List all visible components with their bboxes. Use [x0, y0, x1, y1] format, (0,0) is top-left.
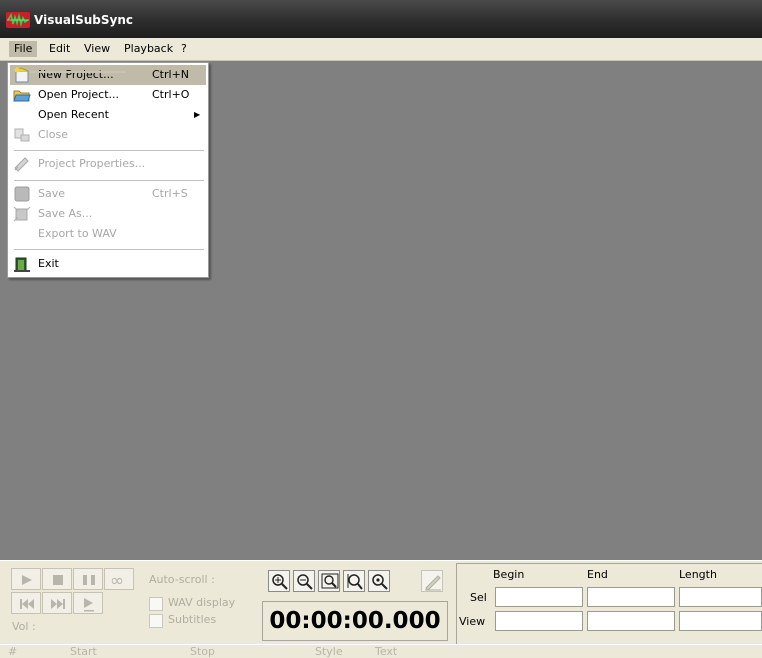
menu-item-open-recent[interactable]: Open Recent ▶ — [10, 105, 206, 125]
volume-label: Vol : — [12, 620, 36, 633]
menu-item-close[interactable]: Close — [10, 125, 206, 145]
pause-icon — [83, 575, 95, 585]
zoom-all-icon — [372, 574, 388, 590]
column-start[interactable]: Start — [70, 645, 97, 658]
properties-icon — [14, 157, 29, 172]
skip-forward-icon — [51, 599, 65, 609]
menu-edit[interactable]: Edit — [44, 41, 75, 57]
menu-separator — [14, 249, 204, 250]
menu-separator — [14, 150, 204, 151]
zoom-all-button[interactable] — [368, 570, 390, 592]
menu-item-open-project[interactable]: Open Project... Ctrl+O — [10, 85, 206, 105]
end-header: End — [587, 568, 608, 581]
wav-display-label: WAV display — [168, 596, 236, 609]
volume-slider[interactable] — [30, 71, 126, 73]
wav-display-checkbox[interactable] — [149, 597, 163, 611]
menu-item-save-as[interactable]: Save As... — [10, 204, 206, 224]
view-length-field[interactable] — [679, 611, 762, 631]
skip-back-icon — [20, 599, 34, 609]
menu-item-project-properties[interactable]: Project Properties... — [10, 154, 206, 174]
zoom-vertical-icon — [347, 574, 363, 590]
sel-length-field[interactable] — [679, 587, 762, 607]
save-as-label: Save As... — [38, 207, 93, 220]
play-to-end-icon — [84, 598, 94, 612]
column-number[interactable]: # — [8, 645, 17, 658]
time-display: 00:00:00.000 — [262, 601, 448, 641]
close-label: Close — [38, 128, 68, 141]
column-text[interactable]: Text — [375, 645, 397, 658]
stop-icon — [53, 575, 63, 585]
export-wav-label: Export to WAV — [38, 227, 117, 240]
submenu-arrow-icon: ▶ — [194, 110, 201, 119]
view-row-label: View — [459, 615, 486, 628]
next-button[interactable] — [42, 592, 72, 614]
column-stop[interactable]: Stop — [190, 645, 215, 658]
length-header: Length — [679, 568, 717, 581]
menu-playback[interactable]: Playback — [119, 41, 178, 57]
save-shortcut: Ctrl+S — [152, 187, 188, 200]
open-recent-label: Open Recent — [38, 108, 109, 121]
exit-icon — [14, 257, 30, 272]
menu-separator — [14, 180, 204, 181]
open-project-shortcut: Ctrl+O — [152, 88, 190, 101]
app-logo-icon — [6, 12, 30, 28]
zoom-selection-icon — [321, 573, 339, 589]
zoom-selection-button[interactable] — [318, 570, 340, 592]
save-icon — [14, 186, 30, 202]
view-begin-field[interactable] — [495, 611, 583, 631]
zoom-in-button[interactable] — [268, 570, 290, 592]
menu-item-new-project[interactable]: New Project... Ctrl+N — [10, 65, 206, 85]
loop-button[interactable]: ∞ — [104, 568, 134, 591]
play-button[interactable] — [11, 568, 41, 590]
previous-button[interactable] — [11, 592, 41, 614]
menu-view[interactable]: View — [79, 41, 115, 57]
zoom-out-button[interactable] — [293, 570, 315, 592]
zoom-vertical-button[interactable] — [343, 570, 365, 592]
zoom-out-icon — [297, 574, 313, 590]
pencil-icon — [425, 575, 441, 591]
menu-bar: File Edit View Playback ? — [0, 38, 762, 61]
project-properties-label: Project Properties... — [38, 157, 146, 170]
pause-button[interactable] — [73, 568, 103, 590]
play-to-end-button[interactable] — [73, 592, 103, 614]
new-project-icon — [14, 67, 29, 83]
autoscroll-label: Auto-scroll : — [149, 573, 215, 586]
exit-label: Exit — [38, 257, 59, 270]
stop-button[interactable] — [42, 568, 72, 590]
menu-file[interactable]: File — [9, 41, 38, 57]
column-style[interactable]: Style — [315, 645, 343, 658]
menu-item-exit[interactable]: Exit — [10, 254, 206, 274]
open-project-label: Open Project... — [38, 88, 120, 101]
title-bar: VisualSubSync — [0, 0, 762, 38]
window-title: VisualSubSync — [34, 13, 133, 27]
menu-item-save[interactable]: Save Ctrl+S — [10, 184, 206, 204]
subtitles-checkbox[interactable] — [149, 614, 163, 628]
begin-header: Begin — [493, 568, 525, 581]
sel-row-label: Sel — [470, 591, 487, 604]
zoom-in-icon — [272, 574, 288, 590]
svg-text:∞: ∞ — [110, 571, 124, 591]
close-project-icon — [14, 128, 30, 142]
new-project-label: New Project... — [38, 68, 114, 81]
view-end-field[interactable] — [587, 611, 675, 631]
menu-help[interactable]: ? — [176, 41, 192, 57]
edit-button[interactable] — [421, 570, 443, 592]
menu-item-export-wav[interactable]: Export to WAV — [10, 224, 206, 244]
file-dropdown-menu: New Project... Ctrl+N Open Project... Ct… — [7, 62, 209, 278]
save-label: Save — [38, 187, 66, 200]
sel-begin-field[interactable] — [495, 587, 583, 607]
subtitle-list-header: # Start Stop Style Text — [0, 644, 762, 658]
play-icon — [22, 575, 32, 585]
new-project-shortcut: Ctrl+N — [152, 68, 190, 81]
subtitles-label: Subtitles — [168, 613, 217, 626]
save-as-icon — [13, 206, 31, 222]
open-project-icon — [13, 90, 31, 102]
loop-icon: ∞ — [110, 571, 124, 591]
sel-end-field[interactable] — [587, 587, 675, 607]
